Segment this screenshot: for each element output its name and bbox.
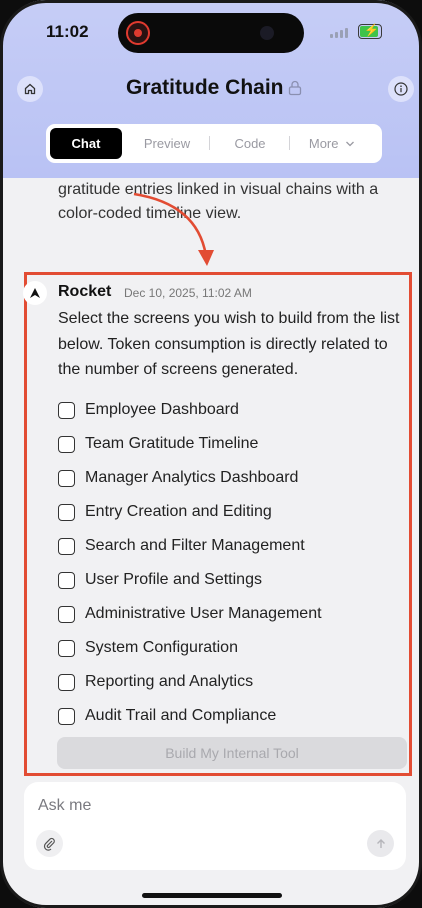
screen-option-label: Audit Trail and Compliance [85, 707, 277, 724]
screen-option-label: Team Gratitude Timeline [85, 435, 259, 452]
composer [24, 782, 406, 870]
screen-option[interactable]: Team Gratitude Timeline [58, 433, 258, 455]
send-button[interactable] [367, 830, 394, 857]
checkbox[interactable] [58, 503, 75, 521]
rocket-icon [30, 288, 40, 298]
tab-code[interactable]: Code [212, 128, 288, 159]
app-header: 11:02 ⚡ Gratitude Chain Chat Preview Cod… [2, 0, 420, 178]
screen-option-label: Entry Creation and Editing [85, 503, 272, 520]
screen-option-label: Administrative User Management [85, 605, 322, 622]
message-text: Select the screens you wish to build fro… [58, 310, 400, 378]
checkbox[interactable] [58, 401, 75, 419]
screen-option[interactable]: System Configuration [58, 637, 238, 659]
arrow-up-icon [376, 838, 385, 848]
tab-chat[interactable]: Chat [50, 128, 122, 159]
previous-message-text: gratitude entries linked in visual chain… [58, 181, 379, 222]
screen-option-label: User Profile and Settings [85, 571, 262, 588]
screen-option[interactable]: Audit Trail and Compliance [58, 705, 276, 727]
signal-icon [330, 28, 348, 38]
battery-icon: ⚡ [358, 23, 382, 39]
lock-icon[interactable] [288, 80, 302, 96]
chevron-down-icon [346, 141, 355, 147]
screen-option-label: Manager Analytics Dashboard [85, 469, 299, 486]
tab-divider [209, 136, 210, 150]
message-timestamp: Dec 10, 2025, 11:02 AM [124, 286, 252, 300]
tab-bar: Chat Preview Code More [46, 124, 382, 163]
app-screen: 11:02 ⚡ Gratitude Chain Chat Preview Cod… [2, 0, 420, 908]
status-time: 11:02 [46, 22, 89, 41]
screen-option-label: Search and Filter Management [85, 537, 305, 554]
screen-option-label: Reporting and Analytics [85, 673, 254, 690]
info-button[interactable] [388, 76, 414, 102]
screen-option[interactable]: Administrative User Management [58, 603, 322, 625]
screen-option-label: System Configuration [85, 639, 238, 656]
screen-option[interactable]: Search and Filter Management [58, 535, 305, 557]
paperclip-icon [43, 837, 55, 851]
tab-preview[interactable]: Preview [128, 128, 206, 159]
home-indicator [142, 893, 282, 898]
info-icon [394, 82, 408, 96]
screen-option[interactable]: Employee Dashboard [58, 399, 239, 421]
home-icon [24, 83, 36, 95]
page-title: Gratitude Chain [126, 76, 284, 99]
screen-option-label: Employee Dashboard [85, 401, 239, 418]
checkbox[interactable] [58, 605, 75, 623]
tab-more[interactable]: More [292, 128, 372, 159]
screen-option[interactable]: Entry Creation and Editing [58, 501, 272, 523]
chat-input[interactable]: Ask me [38, 797, 91, 815]
recording-icon [126, 21, 150, 45]
screen-option[interactable]: Manager Analytics Dashboard [58, 467, 298, 489]
tab-more-label: More [308, 136, 339, 151]
message-sender: Rocket [58, 283, 112, 300]
build-button[interactable]: Build My Internal Tool [57, 737, 407, 769]
checkbox[interactable] [58, 673, 75, 691]
tab-divider [289, 136, 290, 150]
camera-icon [260, 26, 274, 40]
dynamic-island [118, 13, 304, 53]
home-button[interactable] [17, 76, 43, 102]
checkbox[interactable] [58, 571, 75, 589]
screen-option[interactable]: User Profile and Settings [58, 569, 262, 591]
screen-option[interactable]: Reporting and Analytics [58, 671, 253, 693]
attach-button[interactable] [36, 830, 63, 857]
rocket-avatar [23, 281, 47, 305]
checkbox[interactable] [58, 707, 75, 725]
annotation-arrow [133, 192, 214, 266]
checkbox[interactable] [58, 469, 75, 487]
checkbox[interactable] [58, 537, 75, 555]
checkbox[interactable] [58, 639, 75, 657]
checkbox[interactable] [58, 435, 75, 453]
